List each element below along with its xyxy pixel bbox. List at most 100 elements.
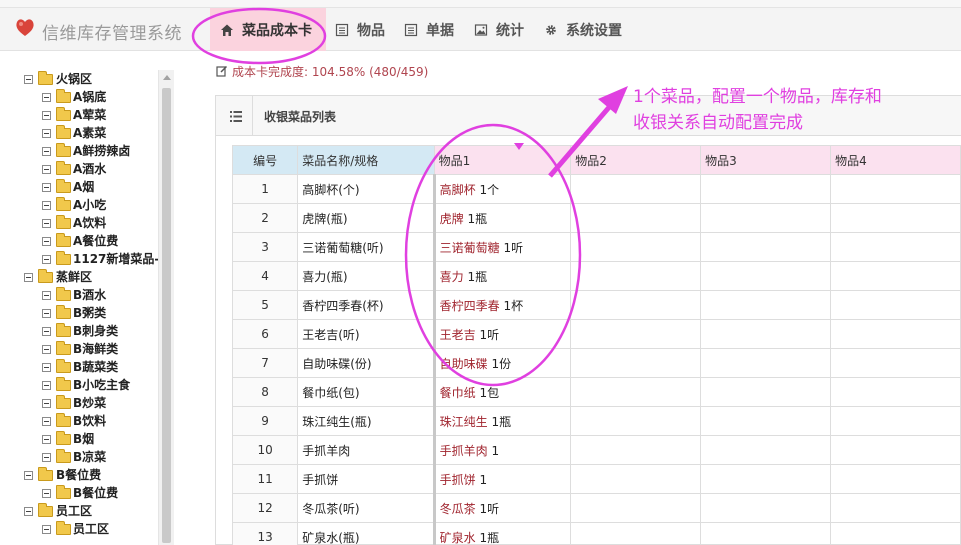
item-link[interactable]: 王老吉 — [440, 328, 476, 342]
row-number[interactable]: 6 — [231, 319, 299, 349]
item-2-cell[interactable] — [570, 522, 702, 545]
row-number[interactable]: 12 — [231, 493, 299, 523]
dish-name-cell[interactable]: 矿泉水(瓶) — [297, 522, 436, 545]
item-2-cell[interactable] — [570, 203, 702, 233]
item-link[interactable]: 高脚杯 — [440, 183, 476, 197]
item-4-cell[interactable] — [830, 377, 961, 407]
tree-item[interactable]: A酒水 — [0, 160, 158, 178]
dish-name-cell[interactable]: 王老吉(听) — [297, 319, 436, 349]
collapse-toggle-icon[interactable] — [24, 507, 33, 516]
item-2-cell[interactable] — [570, 493, 702, 523]
table-row[interactable]: 6 王老吉(听) 王老吉 1听 — [231, 319, 961, 349]
tree-item[interactable]: A锅底 — [0, 88, 158, 106]
tab-items[interactable]: 物品 — [335, 8, 385, 51]
column-header-item-1[interactable]: 物品1 — [433, 145, 572, 175]
item-4-cell[interactable] — [830, 522, 961, 545]
item-3-cell[interactable] — [700, 261, 832, 291]
dish-name-cell[interactable]: 香柠四季春(杯) — [297, 290, 436, 320]
item-link[interactable]: 自助味碟 — [440, 357, 488, 371]
item-3-cell[interactable] — [700, 348, 832, 378]
tree-item[interactable]: 1127新增菜品-... — [0, 250, 173, 268]
scroll-up-icon[interactable] — [163, 75, 171, 80]
tab-statistics[interactable]: 统计 — [474, 8, 524, 51]
dish-name-cell[interactable]: 冬瓜茶(听) — [297, 493, 436, 523]
item-link[interactable]: 珠江纯生 — [440, 415, 488, 429]
table-row[interactable]: 5 香柠四季春(杯) 香柠四季春 1杯 — [231, 290, 961, 320]
item-1-cell[interactable]: 矿泉水 1瓶 — [433, 522, 572, 545]
item-2-cell[interactable] — [570, 261, 702, 291]
dish-name-cell[interactable]: 手抓饼 — [297, 464, 436, 494]
column-header-number[interactable]: 编号 — [231, 145, 299, 175]
dish-name-cell[interactable]: 自助味碟(份) — [297, 348, 436, 378]
row-number[interactable]: 9 — [231, 406, 299, 436]
item-3-cell[interactable] — [700, 319, 832, 349]
item-3-cell[interactable] — [700, 464, 832, 494]
item-4-cell[interactable] — [830, 174, 961, 204]
item-4-cell[interactable] — [830, 406, 961, 436]
table-row[interactable]: 2 虎牌(瓶) 虎牌 1瓶 — [231, 203, 961, 233]
item-3-cell[interactable] — [700, 435, 832, 465]
item-1-cell[interactable]: 王老吉 1听 — [433, 319, 572, 349]
item-link[interactable]: 香柠四季春 — [440, 299, 500, 313]
item-link[interactable]: 虎牌 — [440, 212, 464, 226]
item-4-cell[interactable] — [830, 493, 961, 523]
item-link[interactable]: 冬瓜茶 — [440, 502, 476, 516]
item-3-cell[interactable] — [700, 232, 832, 262]
item-4-cell[interactable] — [830, 261, 961, 291]
item-link[interactable]: 三诺葡萄糖 — [440, 241, 500, 255]
item-4-cell[interactable] — [830, 319, 961, 349]
dish-name-cell[interactable]: 高脚杯(个) — [297, 174, 436, 204]
tree-item[interactable]: A餐位费 — [0, 232, 158, 250]
tree-group[interactable]: B餐位费 — [0, 466, 158, 484]
sidebar-scrollbar[interactable] — [158, 70, 174, 545]
item-1-cell[interactable]: 虎牌 1瓶 — [433, 203, 572, 233]
scrollbar-thumb[interactable] — [162, 88, 171, 543]
item-1-cell[interactable]: 餐巾纸 1包 — [433, 377, 572, 407]
dish-name-cell[interactable]: 虎牌(瓶) — [297, 203, 436, 233]
item-1-cell[interactable]: 高脚杯 1个 — [433, 174, 572, 204]
tab-dish-cost-card[interactable]: 菜品成本卡 — [210, 8, 326, 51]
table-row[interactable]: 7 自助味碟(份) 自助味碟 1份 — [231, 348, 961, 378]
item-1-cell[interactable]: 喜力 1瓶 — [433, 261, 572, 291]
tree-item[interactable]: B餐位费 — [0, 484, 158, 502]
tab-system-settings[interactable]: 系统设置 — [544, 8, 622, 51]
collapse-toggle-icon[interactable] — [24, 471, 33, 480]
tree-item[interactable]: B烟 — [0, 430, 158, 448]
tree-item[interactable]: A鲜捞辣卤 — [0, 142, 158, 160]
item-link[interactable]: 手抓羊肉 — [440, 444, 488, 458]
dish-name-cell[interactable]: 三诺葡萄糖(听) — [297, 232, 436, 262]
table-row[interactable]: 1 高脚杯(个) 高脚杯 1个 — [231, 174, 961, 204]
table-row[interactable]: 12 冬瓜茶(听) 冬瓜茶 1听 — [231, 493, 961, 523]
tree-group[interactable]: 员工区 — [0, 502, 158, 520]
item-1-cell[interactable]: 香柠四季春 1杯 — [433, 290, 572, 320]
table-row[interactable]: 9 珠江纯生(瓶) 珠江纯生 1瓶 — [231, 406, 961, 436]
tree-item[interactable]: A素菜 — [0, 124, 158, 142]
item-4-cell[interactable] — [830, 435, 961, 465]
row-number[interactable]: 13 — [231, 522, 299, 545]
tree-item[interactable]: B酒水 — [0, 286, 158, 304]
tree-item[interactable]: B炒菜 — [0, 394, 158, 412]
table-row[interactable]: 11 手抓饼 手抓饼 1 — [231, 464, 961, 494]
item-2-cell[interactable] — [570, 319, 702, 349]
item-2-cell[interactable] — [570, 290, 702, 320]
item-2-cell[interactable] — [570, 435, 702, 465]
column-header-item-4[interactable]: 物品4 — [830, 145, 961, 175]
item-1-cell[interactable]: 珠江纯生 1瓶 — [433, 406, 572, 436]
item-2-cell[interactable] — [570, 464, 702, 494]
row-number[interactable]: 1 — [231, 174, 299, 204]
tree-item[interactable]: A饮料 — [0, 214, 158, 232]
tree-item[interactable]: A荤菜 — [0, 106, 158, 124]
column-header-item-2[interactable]: 物品2 — [570, 145, 702, 175]
tab-documents[interactable]: 单据 — [404, 8, 454, 51]
row-number[interactable]: 2 — [231, 203, 299, 233]
table-row[interactable]: 13 矿泉水(瓶) 矿泉水 1瓶 — [231, 522, 961, 545]
item-2-cell[interactable] — [570, 174, 702, 204]
item-1-cell[interactable]: 冬瓜茶 1听 — [433, 493, 572, 523]
tree-item[interactable]: B饮料 — [0, 412, 158, 430]
tree-item[interactable]: B凉菜 — [0, 448, 158, 466]
item-4-cell[interactable] — [830, 203, 961, 233]
item-1-cell[interactable]: 手抓饼 1 — [433, 464, 572, 494]
row-number[interactable]: 5 — [231, 290, 299, 320]
tree-group[interactable]: 火锅区 — [0, 70, 158, 88]
item-3-cell[interactable] — [700, 406, 832, 436]
